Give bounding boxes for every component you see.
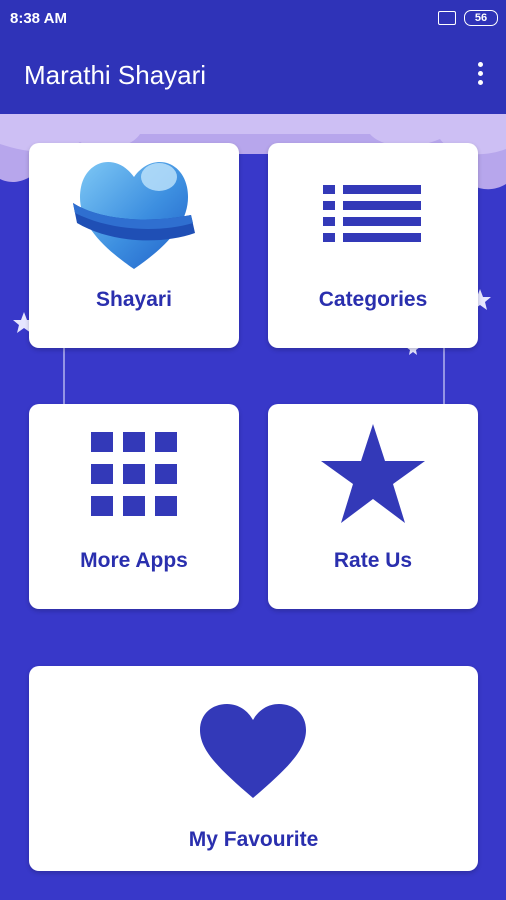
heart-icon xyxy=(200,704,306,798)
sim-icon xyxy=(438,11,456,25)
my-favourite-label: My Favourite xyxy=(188,828,319,851)
rate-us-card[interactable]: Rate Us xyxy=(268,404,478,609)
app-title: Marathi Shayari xyxy=(24,60,207,90)
overflow-menu-icon[interactable] xyxy=(476,62,484,92)
app-bar: Marathi Shayari xyxy=(0,38,506,114)
grid-icon xyxy=(91,432,177,516)
categories-card[interactable]: Categories xyxy=(268,143,478,348)
more-apps-label: More Apps xyxy=(80,549,188,572)
shayari-card[interactable]: Shayari xyxy=(29,143,239,348)
heart-ribbon-icon xyxy=(73,162,195,269)
categories-label: Categories xyxy=(318,288,428,311)
shayari-label: Shayari xyxy=(96,288,172,311)
status-time: 8:38 AM xyxy=(10,10,67,27)
list-icon xyxy=(323,185,421,242)
rate-us-label: Rate Us xyxy=(333,549,413,572)
my-favourite-card[interactable]: My Favourite xyxy=(29,666,478,871)
status-bar: 8:38 AM 56 xyxy=(0,0,506,38)
battery-icon: 56 xyxy=(464,10,498,26)
star-icon xyxy=(321,424,425,523)
more-apps-card[interactable]: More Apps xyxy=(29,404,239,609)
